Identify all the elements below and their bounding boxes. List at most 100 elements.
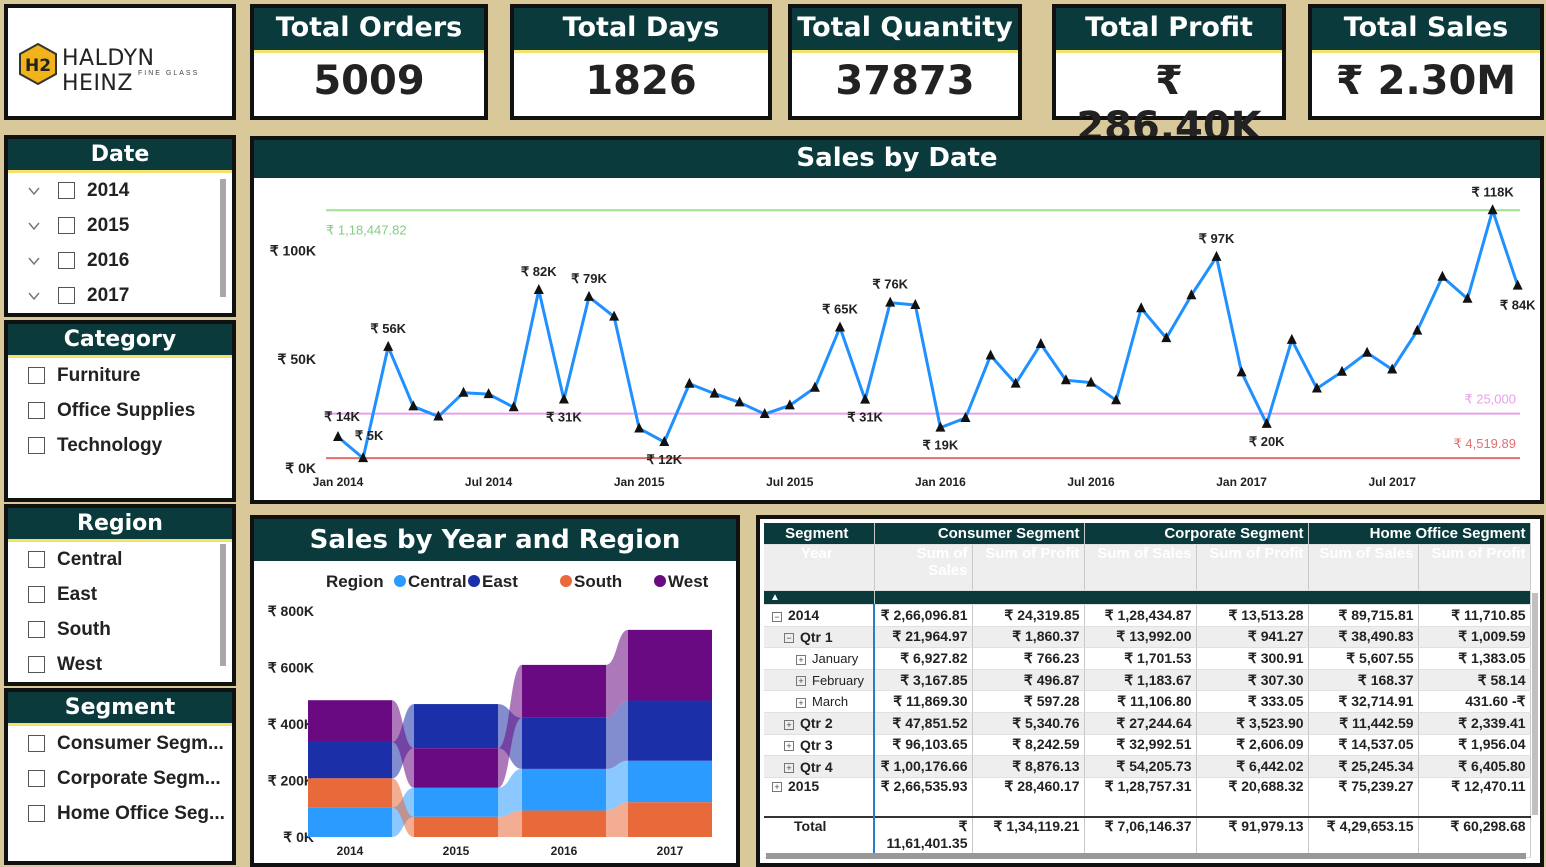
matrix-cell: ₹ 25,245.34 xyxy=(1308,755,1419,778)
y-tick-label: ₹ 800K xyxy=(268,603,314,619)
table-row: + January ₹ 6,927.82 ₹ 766.23 ₹ 1,701.53 ₹ 30… xyxy=(764,647,1531,670)
matrix-total-cell: ₹ 4,29,653.15 xyxy=(1308,816,1419,858)
expand-icon[interactable]: + xyxy=(796,654,806,665)
chevron-down-icon[interactable] xyxy=(28,185,40,197)
date-scrollbar[interactable] xyxy=(220,179,226,297)
region-item-south[interactable]: South xyxy=(28,612,232,647)
matrix-column-header[interactable]: Sum of Profit xyxy=(1418,544,1531,592)
checkbox[interactable] xyxy=(28,770,45,787)
matrix-column-header[interactable]: Sum of Profit xyxy=(1196,544,1309,592)
date-slicer: Date 2014 2015 2016 2017 xyxy=(4,135,236,317)
matrix-row-label[interactable]: + Qtr 2 xyxy=(764,712,875,735)
y-tick-label: ₹ 0K xyxy=(285,460,316,476)
sales-by-year-region-title: Sales by Year and Region xyxy=(254,519,736,561)
matrix-header-segment: Segment xyxy=(764,523,875,546)
date-item-2014[interactable]: 2014 xyxy=(28,173,232,208)
data-label: ₹ 14K xyxy=(324,409,360,424)
chevron-down-icon[interactable] xyxy=(28,220,40,232)
chevron-down-icon[interactable] xyxy=(28,255,40,267)
matrix-cell: ₹ 1,956.04 xyxy=(1418,734,1531,757)
region-item-central[interactable]: Central xyxy=(28,542,232,577)
expand-icon[interactable]: + xyxy=(772,782,782,793)
expand-icon[interactable]: + xyxy=(784,762,794,773)
table-row: + Qtr 3 ₹ 96,103.65 ₹ 8,242.59 ₹ 32,992.51 ₹ … xyxy=(764,734,1531,757)
matrix-scrollbar[interactable] xyxy=(1532,593,1538,815)
matrix-column-header[interactable]: Sum of Profit xyxy=(972,544,1085,592)
matrix-cell: ₹ 24,319.85 xyxy=(972,604,1085,627)
matrix-cell: ₹ 1,28,757.31 xyxy=(1084,777,1197,818)
date-item-label: 2017 xyxy=(87,284,130,306)
matrix-row-label[interactable]: + Qtr 3 xyxy=(764,734,875,757)
matrix-cell: ₹ 941.27 xyxy=(1196,626,1309,649)
checkbox[interactable] xyxy=(28,367,45,384)
matrix-cell: ₹ 307.30 xyxy=(1196,669,1309,692)
y-tick-label: ₹ 200K xyxy=(268,773,314,789)
bar-segment-west xyxy=(308,700,392,742)
expand-icon[interactable]: + xyxy=(796,697,806,708)
category-slicer-title: Category xyxy=(8,324,232,358)
checkbox[interactable] xyxy=(28,621,45,638)
data-point-marker xyxy=(333,431,343,442)
expand-icon[interactable]: + xyxy=(784,741,794,752)
expand-icon[interactable]: + xyxy=(796,676,806,687)
matrix-cell: ₹ 168.37 xyxy=(1308,669,1419,692)
segment-item-home-office[interactable]: Home Office Seg... xyxy=(28,796,232,831)
matrix-row-label[interactable]: − Qtr 1 xyxy=(764,626,875,649)
sales-by-date-chart[interactable]: ₹ 1,18,447.82 ₹ 25,000 ₹ 4,519.89 ₹ 0K ₹ 50K… xyxy=(254,178,1540,500)
checkbox[interactable] xyxy=(58,217,75,234)
chevron-down-icon[interactable] xyxy=(28,290,40,302)
matrix-row-label[interactable]: −2014 xyxy=(764,604,875,627)
data-label: ₹ 65K xyxy=(822,301,858,316)
checkbox[interactable] xyxy=(28,805,45,822)
category-item-technology[interactable]: Technology xyxy=(28,428,232,463)
matrix-row-label[interactable]: + Qtr 4 xyxy=(764,755,875,778)
matrix-column-header[interactable]: Sum of Sales xyxy=(1084,544,1197,592)
category-item-office-supplies[interactable]: Office Supplies xyxy=(28,393,232,428)
matrix-hscroll[interactable] xyxy=(766,853,1526,859)
checkbox[interactable] xyxy=(28,735,45,752)
x-tick-label: 2015 xyxy=(443,844,470,858)
category-item-furniture[interactable]: Furniture xyxy=(28,358,232,393)
matrix-header-corporate: Corporate Segment xyxy=(1084,523,1309,546)
data-point-marker xyxy=(1362,346,1373,357)
checkbox[interactable] xyxy=(28,402,45,419)
matrix-column-header[interactable]: Sum of Sales xyxy=(874,544,973,592)
sales-by-year-region-chart[interactable]: Region Central East South West₹ 0K₹ 200K₹ 40… xyxy=(254,561,736,867)
matrix-cell: ₹ 6,405.80 xyxy=(1418,755,1531,778)
bar-segment-west xyxy=(628,629,712,701)
region-item-east[interactable]: East xyxy=(28,577,232,612)
checkbox[interactable] xyxy=(28,586,45,603)
matrix-row-label[interactable]: + January xyxy=(764,647,875,670)
checkbox[interactable] xyxy=(58,182,75,199)
region-item-west[interactable]: West xyxy=(28,647,232,682)
matrix-row-label[interactable]: +2015 xyxy=(764,777,875,818)
matrix-column-header[interactable]: Sum of Sales xyxy=(1308,544,1419,592)
kpi-value: 5009 xyxy=(313,58,425,104)
matrix-column-header[interactable]: Year xyxy=(764,544,875,592)
matrix-cell: ₹ 766.23 xyxy=(972,647,1085,670)
bar-segment-west xyxy=(522,664,606,718)
segment-item-consumer[interactable]: Consumer Segm... xyxy=(28,726,232,761)
date-item-2015[interactable]: 2015 xyxy=(28,208,232,243)
checkbox[interactable] xyxy=(28,656,45,673)
matrix-row-label[interactable]: + March xyxy=(764,690,875,714)
kpi-card-total-days: Total Days 1826 xyxy=(510,4,772,120)
matrix-row-label[interactable]: + February xyxy=(764,669,875,692)
sort-ascending-icon[interactable]: ▲ xyxy=(764,590,875,606)
region-scrollbar[interactable] xyxy=(220,544,226,666)
data-label: ₹ 31K xyxy=(546,410,582,425)
segment-item-corporate[interactable]: Corporate Segm... xyxy=(28,761,232,796)
checkbox[interactable] xyxy=(28,437,45,454)
checkbox[interactable] xyxy=(28,551,45,568)
expand-icon[interactable]: + xyxy=(784,719,794,730)
date-item-2017[interactable]: 2017 xyxy=(28,278,232,313)
date-item-2016[interactable]: 2016 xyxy=(28,243,232,278)
checkbox[interactable] xyxy=(58,287,75,304)
checkbox[interactable] xyxy=(58,252,75,269)
matrix-cell: ₹ 2,66,096.81 xyxy=(874,604,973,627)
collapse-icon[interactable]: − xyxy=(772,611,782,622)
collapse-icon[interactable]: − xyxy=(784,633,794,644)
table-row: − Qtr 1 ₹ 21,964.97 ₹ 1,860.37 ₹ 13,992.00 ₹ … xyxy=(764,626,1531,649)
data-point-marker xyxy=(1512,279,1523,290)
matrix-cell: ₹ 20,688.32 xyxy=(1196,777,1309,818)
